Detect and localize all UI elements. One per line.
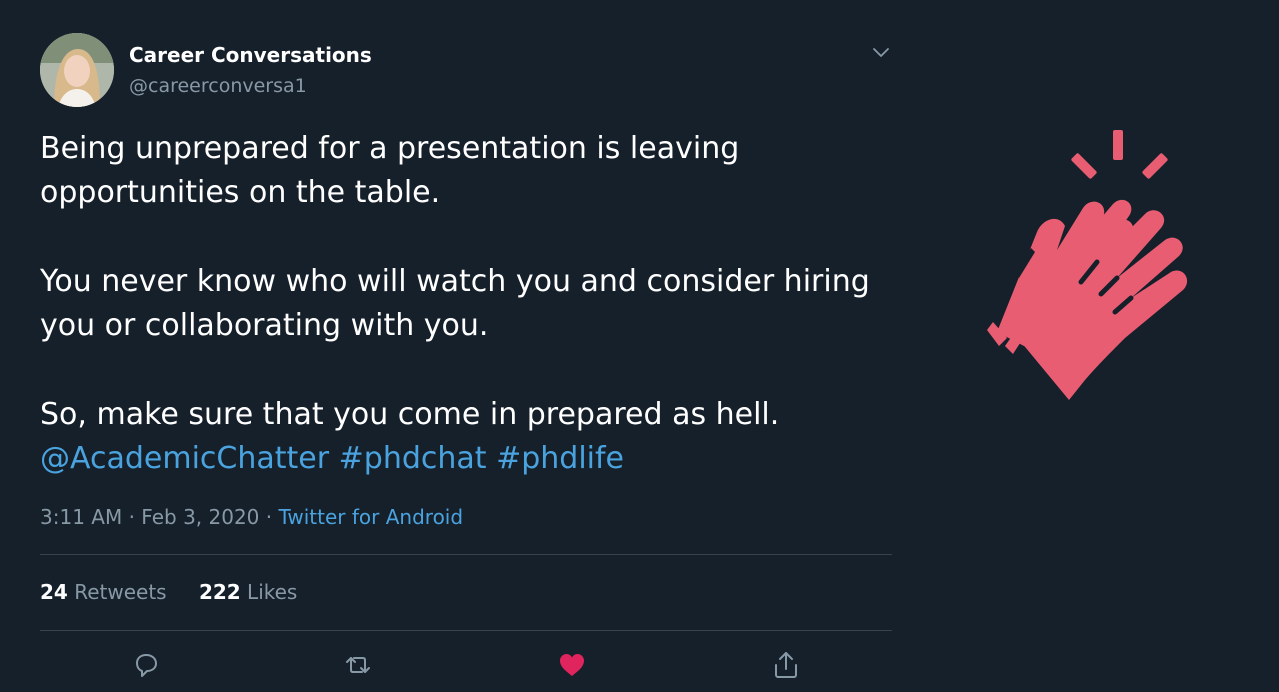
clapping-hands-icon bbox=[985, 122, 1225, 422]
tweet-line: So, make sure that you come in prepared … bbox=[40, 397, 780, 432]
heart-icon[interactable] bbox=[556, 649, 588, 681]
tweet-tags-line: @AcademicChatter #phdchat #phdlife bbox=[40, 437, 892, 481]
hashtag-link[interactable]: #phdchat bbox=[339, 441, 487, 476]
meta-separator: · bbox=[128, 505, 135, 529]
retweets-label: Retweets bbox=[74, 580, 167, 604]
reply-icon[interactable] bbox=[130, 649, 162, 681]
tweet-meta: 3:11 AM · Feb 3, 2020 · Twitter for Andr… bbox=[40, 505, 463, 529]
meta-separator: · bbox=[265, 505, 273, 529]
likes-count: 222 bbox=[198, 580, 241, 604]
chevron-down-icon[interactable] bbox=[870, 41, 892, 63]
likes-stat[interactable]: 222 Likes bbox=[199, 580, 297, 604]
tweet-source-link[interactable]: Twitter for Android bbox=[278, 505, 463, 529]
retweets-count: 24 bbox=[40, 580, 68, 604]
retweets-stat[interactable]: 24 Retweets bbox=[40, 580, 167, 604]
share-icon[interactable] bbox=[770, 649, 802, 681]
divider bbox=[40, 630, 892, 631]
tweet-line: Being unprepared for a presentation is l… bbox=[40, 131, 740, 166]
tweet-line: opportunities on the table. bbox=[40, 175, 441, 210]
avatar[interactable] bbox=[40, 33, 114, 107]
tweet-line: You never know who will watch you and co… bbox=[40, 264, 870, 299]
tweet-text: Being unprepared for a presentation is l… bbox=[40, 127, 892, 481]
retweet-icon[interactable] bbox=[342, 649, 374, 681]
author-name[interactable]: Career Conversations bbox=[129, 43, 372, 67]
divider bbox=[40, 554, 892, 555]
mention-link[interactable]: @AcademicChatter bbox=[40, 441, 329, 476]
tweet-time[interactable]: 3:11 AM bbox=[40, 505, 122, 529]
tweet-line: you or collaborating with you. bbox=[40, 308, 489, 343]
likes-label: Likes bbox=[247, 580, 298, 604]
tweet-card: Career Conversations @careerconversa1 Be… bbox=[40, 33, 892, 692]
tweet-stats: 24 Retweets 222 Likes bbox=[40, 580, 323, 604]
author-handle[interactable]: @careerconversa1 bbox=[129, 75, 307, 97]
tweet-date[interactable]: Feb 3, 2020 bbox=[141, 505, 259, 529]
hashtag-link[interactable]: #phdlife bbox=[496, 441, 624, 476]
